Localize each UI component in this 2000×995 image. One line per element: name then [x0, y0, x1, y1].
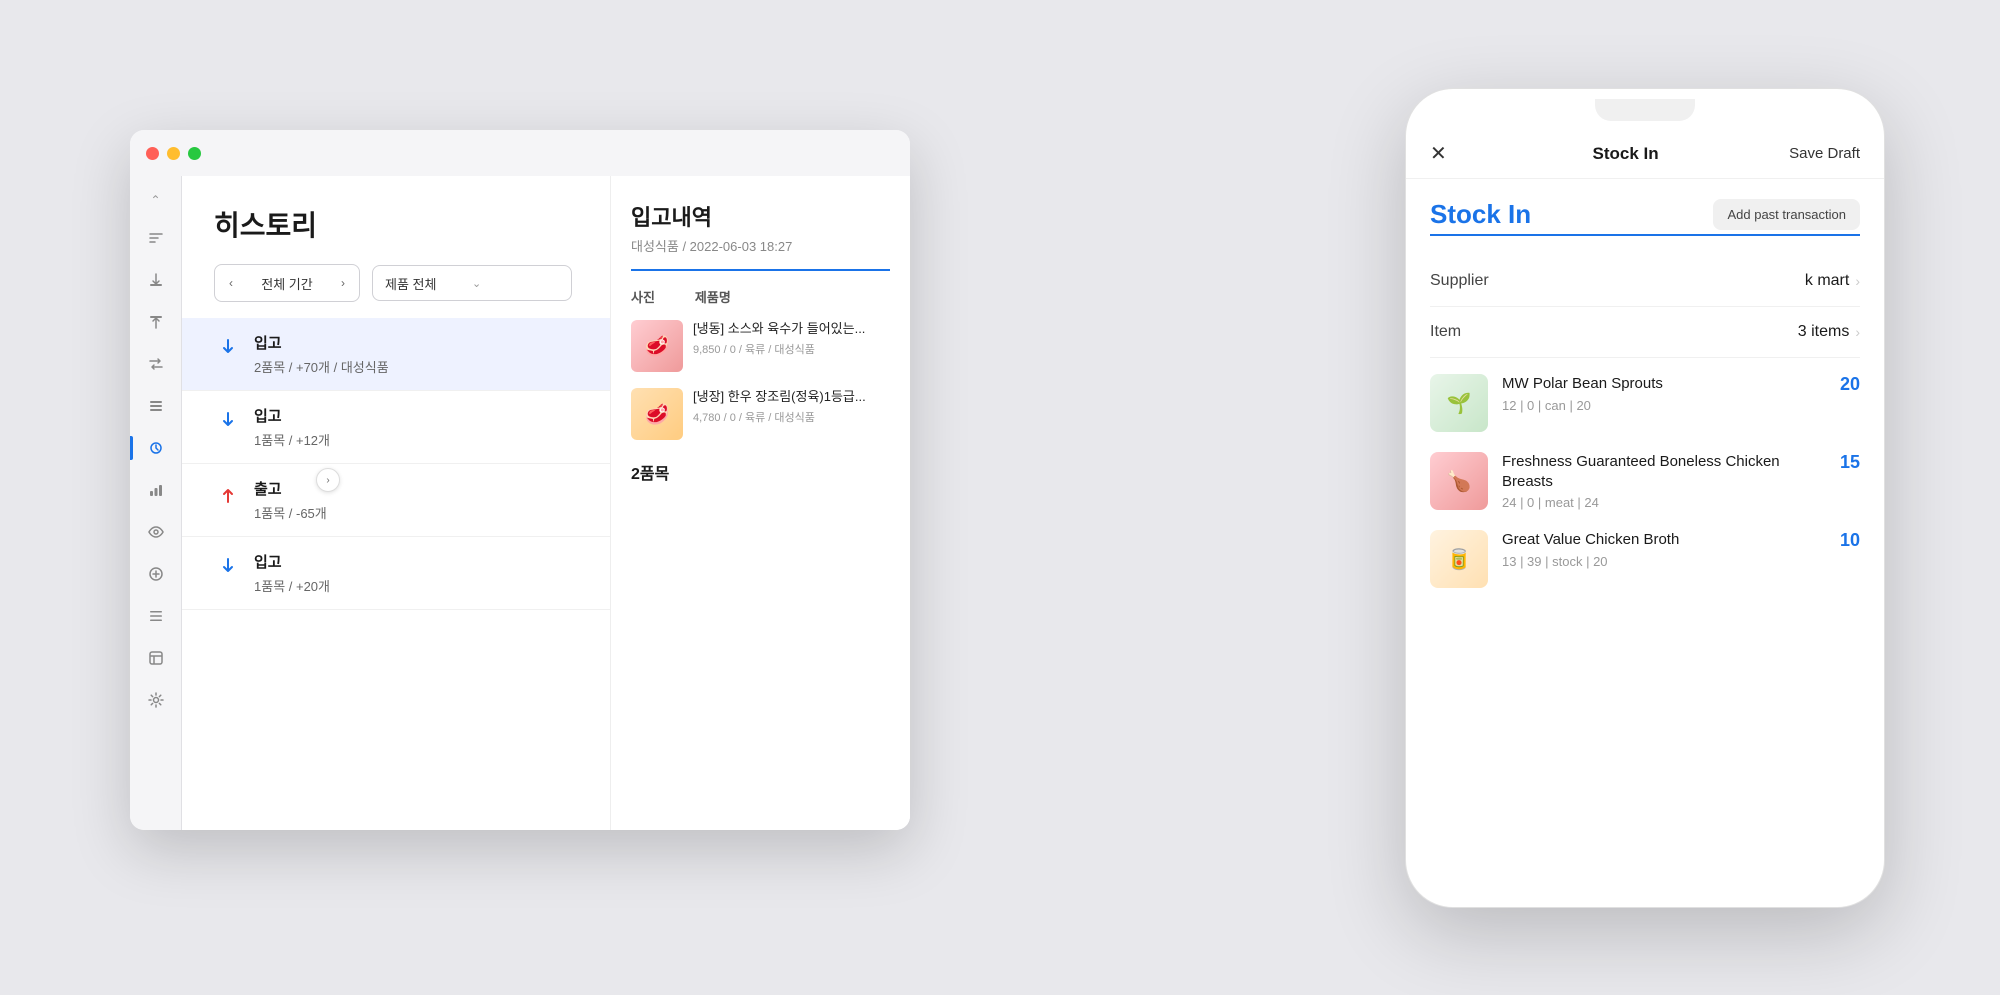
item-chevron-icon: ›: [1855, 324, 1860, 340]
date-filter-next[interactable]: ›: [327, 265, 359, 301]
sidebar-icon-history[interactable]: [138, 430, 174, 466]
bean-sprouts-name: MW Polar Bean Sprouts: [1502, 374, 1818, 394]
detail-item-image: 🥩: [631, 388, 683, 440]
outbound-icon: [214, 480, 242, 508]
item-label: Item: [1430, 323, 1461, 341]
phone-notch: [1595, 99, 1695, 121]
bean-sprouts-img-icon: 🌱: [1430, 374, 1488, 432]
sidebar-icon-chart[interactable]: [138, 472, 174, 508]
sidebar-icon-settings[interactable]: [138, 682, 174, 718]
detail-item-sub: 9,850 / 0 / 육류 / 대성식품: [693, 341, 865, 357]
detail-col-photo: 사진: [631, 287, 655, 306]
supplier-chevron-icon: ›: [1855, 273, 1860, 289]
meat-image-icon: 🥩: [631, 320, 683, 372]
detail-item-image: 🥩: [631, 320, 683, 372]
chicken-breasts-info: Freshness Guaranteed Boneless Chicken Br…: [1502, 452, 1818, 510]
sidebar-icon-stockout[interactable]: [138, 304, 174, 340]
item-value: 3 items ›: [1798, 323, 1860, 341]
product-filter[interactable]: 제품 전체 ⌄: [372, 265, 572, 301]
supplier-value-text: k mart: [1805, 272, 1849, 290]
detail-divider: [631, 269, 890, 271]
date-filter-label: 전체 기간: [247, 274, 327, 293]
mobile-phone: ✕ Stock In Save Draft Stock In Add past …: [1405, 88, 1885, 908]
window-titlebar: [130, 130, 910, 176]
detail-item-row: 🥩 [냉동] 소스와 육수가 들어있는... 9,850 / 0 / 육류 / …: [631, 320, 890, 372]
meat-image-icon: 🥩: [631, 388, 683, 440]
detail-table-headers: 사진 제품명: [631, 287, 890, 306]
chicken-breasts-qty: 15: [1832, 452, 1860, 473]
detail-panel: 입고내역 대성식품 / 2022-06-03 18:27 사진 제품명 🥩 [냉…: [610, 176, 910, 830]
phone-header: ✕ Stock In Save Draft: [1406, 129, 1884, 179]
sidebar: ⌃: [130, 176, 182, 830]
inbound-icon: [214, 407, 242, 435]
inbound-icon: [214, 553, 242, 581]
detail-item-info: [냉장] 한우 장조림(정육)1등급... 4,780 / 0 / 육류 / 대…: [693, 388, 866, 425]
desktop-window: ⌃: [130, 130, 910, 830]
phone-item-chicken-broth: 🥫 Great Value Chicken Broth 13 | 39 | st…: [1430, 530, 1860, 588]
chicken-broth-info: Great Value Chicken Broth 13 | 39 | stoc…: [1502, 530, 1818, 569]
bean-sprouts-image: 🌱: [1430, 374, 1488, 432]
product-filter-label: 제품 전체: [385, 274, 472, 293]
phone-header-title: Stock In: [1462, 144, 1789, 164]
detail-item-info: [냉동] 소스와 육수가 들어있는... 9,850 / 0 / 육류 / 대성…: [693, 320, 865, 357]
sidebar-icon-menu[interactable]: [138, 598, 174, 634]
bean-sprouts-sub: 12 | 0 | can | 20: [1502, 398, 1818, 413]
chicken-breasts-sub: 24 | 0 | meat | 24: [1502, 495, 1818, 510]
chicken-broth-img-icon: 🥫: [1430, 530, 1488, 588]
detail-section2-title: 2품목: [631, 460, 890, 484]
detail-col-name: 제품명: [695, 287, 731, 306]
sidebar-icon-eye[interactable]: [138, 514, 174, 550]
phone-save-draft-button[interactable]: Save Draft: [1789, 145, 1860, 162]
date-filter-prev[interactable]: ‹: [215, 265, 247, 301]
item-field-row[interactable]: Item 3 items ›: [1430, 307, 1860, 358]
supplier-value: k mart ›: [1805, 272, 1860, 290]
supplier-label: Supplier: [1430, 272, 1489, 290]
phone-item-bean-sprouts: 🌱 MW Polar Bean Sprouts 12 | 0 | can | 2…: [1430, 374, 1860, 432]
window-body: ⌃: [130, 176, 910, 830]
sidebar-expand-button[interactable]: ›: [316, 468, 340, 492]
phone-tab-line: [1430, 234, 1860, 236]
item-value-text: 3 items: [1798, 323, 1850, 341]
main-scene: ⌃: [0, 0, 2000, 995]
detail-panel-subtitle: 대성식품 / 2022-06-03 18:27: [631, 236, 890, 255]
chicken-broth-sub: 13 | 39 | stock | 20: [1502, 554, 1818, 569]
chicken-broth-qty: 10: [1832, 530, 1860, 551]
chicken-breasts-img-icon: 🍗: [1430, 452, 1488, 510]
sidebar-icon-stockin[interactable]: [138, 262, 174, 298]
minimize-traffic-light[interactable]: [167, 147, 180, 160]
sidebar-icon-add[interactable]: [138, 556, 174, 592]
add-past-transaction-button[interactable]: Add past transaction: [1713, 199, 1860, 230]
phone-items-list: 🌱 MW Polar Bean Sprouts 12 | 0 | can | 2…: [1430, 374, 1860, 588]
phone-section-header: Stock In Add past transaction: [1430, 199, 1860, 230]
detail-item-name: [냉동] 소스와 육수가 들어있는...: [693, 320, 865, 338]
sidebar-icon-list[interactable]: [138, 388, 174, 424]
close-traffic-light[interactable]: [146, 147, 159, 160]
detail-item-sub: 4,780 / 0 / 육류 / 대성식품: [693, 409, 866, 425]
sidebar-icon-table[interactable]: [138, 640, 174, 676]
phone-body: Stock In Add past transaction Supplier k…: [1406, 179, 1884, 897]
inbound-icon: [214, 334, 242, 362]
bean-sprouts-qty: 20: [1832, 374, 1860, 395]
chicken-broth-name: Great Value Chicken Broth: [1502, 530, 1818, 550]
detail-panel-title: 입고내역: [631, 200, 890, 232]
phone-close-button[interactable]: ✕: [1430, 141, 1462, 166]
detail-item-row: 🥩 [냉장] 한우 장조림(정육)1등급... 4,780 / 0 / 육류 /…: [631, 388, 890, 440]
date-filter[interactable]: ‹ 전체 기간 ›: [214, 264, 360, 302]
phone-item-chicken-breasts: 🍗 Freshness Guaranteed Boneless Chicken …: [1430, 452, 1860, 510]
bean-sprouts-info: MW Polar Bean Sprouts 12 | 0 | can | 20: [1502, 374, 1818, 413]
chicken-breasts-image: 🍗: [1430, 452, 1488, 510]
sidebar-icon-sort[interactable]: [138, 220, 174, 256]
sidebar-icon-transfer[interactable]: [138, 346, 174, 382]
supplier-field-row[interactable]: Supplier k mart ›: [1430, 256, 1860, 307]
phone-section-title: Stock In: [1430, 199, 1531, 230]
phone-notch-area: [1406, 89, 1884, 129]
maximize-traffic-light[interactable]: [188, 147, 201, 160]
chicken-breasts-name: Freshness Guaranteed Boneless Chicken Br…: [1502, 452, 1818, 491]
sidebar-up-arrow[interactable]: ⌃: [142, 186, 170, 214]
product-filter-chevron: ⌄: [472, 277, 559, 290]
chicken-broth-image: 🥫: [1430, 530, 1488, 588]
detail-item-name: [냉장] 한우 장조림(정육)1등급...: [693, 388, 866, 406]
